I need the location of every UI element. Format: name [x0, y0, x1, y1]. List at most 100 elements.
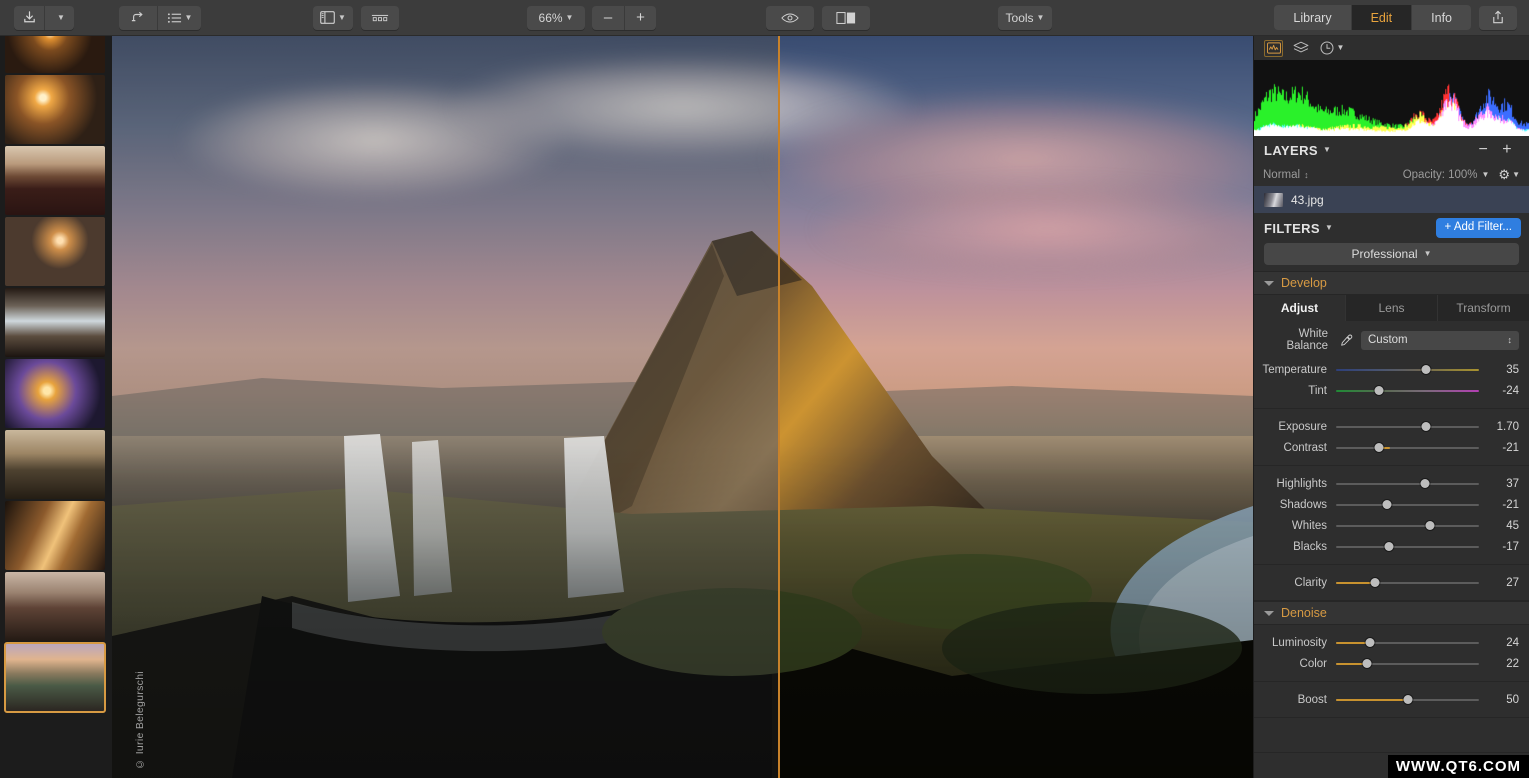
blend-mode-value[interactable]: Normal — [1263, 169, 1300, 181]
undo-rotate-button[interactable] — [119, 6, 157, 30]
split-compare-divider[interactable] — [778, 36, 780, 778]
slider-color-value[interactable]: 22 — [1485, 658, 1519, 670]
split-compare-button[interactable] — [822, 6, 870, 30]
tab-library[interactable]: Library — [1274, 5, 1350, 30]
filmstrip-icon — [371, 14, 389, 21]
slider-clarity-knob[interactable] — [1370, 578, 1380, 587]
group-develop-header[interactable]: Develop — [1254, 271, 1529, 295]
layers-tab[interactable] — [1291, 40, 1310, 57]
slider-blacks-value[interactable]: -17 — [1485, 541, 1519, 553]
add-layer-button[interactable]: + — [1495, 142, 1519, 158]
image-canvas[interactable]: © Iurie Belegurschi — [112, 36, 1253, 778]
chevron-down-icon[interactable]: ▼ — [1323, 146, 1331, 154]
import-button[interactable] — [14, 6, 44, 30]
histogram-tab[interactable] — [1264, 39, 1283, 57]
preview-eye-button[interactable] — [766, 6, 814, 30]
remove-layer-button[interactable]: − — [1472, 142, 1496, 158]
slider-contrast-knob[interactable] — [1374, 443, 1384, 452]
layer-item-43[interactable]: 43.jpg — [1254, 186, 1529, 213]
chevron-down-icon[interactable]: ▼ — [1482, 171, 1490, 179]
tab-transform[interactable]: Transform — [1438, 295, 1529, 321]
slider-clarity-label: Clarity — [1294, 576, 1327, 589]
tools-button[interactable]: Tools ▼ — [998, 6, 1052, 30]
eyedropper-icon[interactable] — [1336, 331, 1356, 350]
thumb-2[interactable] — [5, 75, 105, 144]
slider-boost-track[interactable] — [1336, 693, 1479, 707]
filmstrip-panel[interactable] — [0, 36, 112, 778]
tab-edit[interactable]: Edit — [1350, 5, 1412, 30]
white-balance-select[interactable]: Custom ↕ — [1361, 330, 1519, 350]
zoom-in-button[interactable]: + — [624, 5, 656, 30]
slider-exposure-track[interactable] — [1336, 420, 1479, 434]
slider-highlights-value[interactable]: 37 — [1485, 478, 1519, 490]
add-filter-button[interactable]: + Add Filter... — [1435, 218, 1521, 238]
opacity-value[interactable]: Opacity: 100% — [1403, 169, 1478, 181]
zoom-out-button[interactable]: – — [592, 6, 624, 30]
slider-tint-knob[interactable] — [1374, 386, 1384, 395]
slider-luminosity-track[interactable] — [1336, 636, 1479, 650]
slider-blacks-track[interactable] — [1336, 540, 1479, 554]
thumb-5[interactable] — [5, 288, 105, 357]
slider-temperature-knob[interactable] — [1421, 365, 1431, 374]
slider-track — [1336, 503, 1479, 506]
slider-shadows-value[interactable]: -21 — [1485, 499, 1519, 511]
group-denoise-header[interactable]: Denoise — [1254, 601, 1529, 625]
slider-blacks-knob[interactable] — [1384, 542, 1394, 551]
share-button[interactable] — [1479, 6, 1517, 30]
slider-tint-track[interactable] — [1336, 384, 1479, 398]
tab-lens[interactable]: Lens — [1346, 295, 1438, 321]
thumb-7[interactable] — [5, 430, 105, 499]
slider-exposure-knob[interactable] — [1421, 422, 1431, 431]
slider-clarity-value[interactable]: 27 — [1485, 577, 1519, 589]
slider-temperature-track[interactable] — [1336, 363, 1479, 377]
stepper-icon[interactable]: ↕ — [1304, 170, 1309, 180]
slider-contrast-track[interactable] — [1336, 441, 1479, 455]
download-icon — [23, 11, 35, 23]
filmstrip-toggle-button[interactable] — [361, 6, 399, 30]
slider-boost-knob[interactable] — [1403, 695, 1412, 704]
slider-shadows-knob[interactable] — [1382, 500, 1392, 509]
chevron-down-icon[interactable]: ▼ — [1512, 171, 1520, 179]
thumb-9[interactable] — [5, 572, 105, 641]
filter-preset-select[interactable]: Professional ▼ — [1264, 243, 1519, 265]
import-dropdown[interactable]: ▼ — [44, 5, 74, 30]
disclosure-triangle-icon — [1264, 610, 1274, 616]
thumb-8[interactable] — [5, 501, 105, 570]
slider-whites-knob[interactable] — [1425, 521, 1435, 530]
slider-luminosity-value[interactable]: 24 — [1485, 637, 1519, 649]
slider-tint-value[interactable]: -24 — [1485, 385, 1519, 397]
slider-blacks-label: Blacks — [1293, 540, 1327, 553]
history-tab[interactable]: ▼ — [1318, 40, 1346, 57]
sidebar-toggle-button[interactable]: ▼ — [313, 6, 353, 30]
slider-whites-track[interactable] — [1336, 519, 1479, 533]
slider-clarity-track[interactable] — [1336, 576, 1479, 590]
thumb-3[interactable] — [5, 146, 105, 215]
slider-boost-value[interactable]: 50 — [1485, 694, 1519, 706]
slider-color-knob[interactable] — [1362, 659, 1372, 668]
block-denoise: Luminosity 24 Color 22 — [1254, 625, 1529, 682]
thumb-4[interactable] — [5, 217, 105, 286]
presets-list-button[interactable]: ▼ — [157, 5, 201, 30]
thumb-10[interactable] — [4, 642, 106, 713]
filters-scroll-area[interactable]: Develop Adjust Lens Transform White Balanc… — [1254, 271, 1529, 752]
slider-color-track[interactable] — [1336, 657, 1479, 671]
thumb-1[interactable] — [5, 36, 105, 73]
slider-boost-row: Boost 50 — [1254, 689, 1529, 710]
slider-track — [1336, 389, 1479, 392]
slider-shadows-track[interactable] — [1336, 498, 1479, 512]
block-white-balance: Temperature 35 Tint -24 — [1254, 352, 1529, 409]
tab-adjust[interactable]: Adjust — [1254, 295, 1346, 321]
block-tonal: Highlights 37 Shadows -21 Whites 45 Blac… — [1254, 466, 1529, 565]
slider-whites-value[interactable]: 45 — [1485, 520, 1519, 532]
chevron-down-icon[interactable]: ▼ — [1325, 224, 1333, 232]
slider-exposure-value[interactable]: 1.70 — [1485, 421, 1519, 433]
slider-highlights-knob[interactable] — [1420, 479, 1430, 488]
slider-temperature-value[interactable]: 35 — [1485, 364, 1519, 376]
zoom-level-button[interactable]: 66% ▼ — [527, 6, 585, 30]
gear-icon[interactable]: ⚙ — [1498, 167, 1510, 183]
slider-contrast-value[interactable]: -21 — [1485, 442, 1519, 454]
thumb-6[interactable] — [5, 359, 105, 428]
tab-info[interactable]: Info — [1411, 5, 1471, 30]
slider-highlights-track[interactable] — [1336, 477, 1479, 491]
slider-luminosity-knob[interactable] — [1365, 638, 1375, 647]
